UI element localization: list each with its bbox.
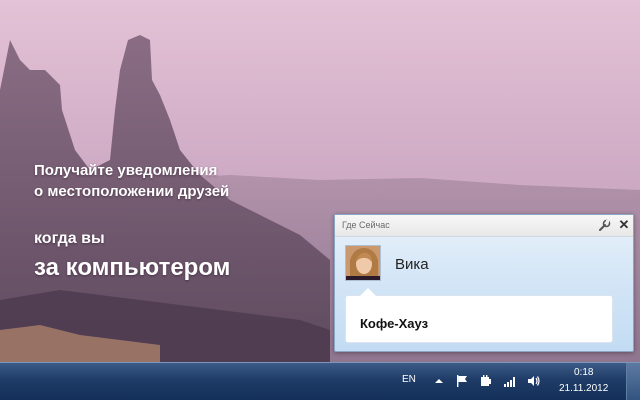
promo-line-1: Получайте уведомления — [34, 162, 218, 179]
clock-time[interactable]: 0:18 — [574, 367, 593, 378]
close-icon[interactable]: ✕ — [617, 217, 631, 233]
gadget-header[interactable]: Где Сейчас ✕ — [335, 215, 633, 237]
signal-icon[interactable] — [503, 374, 517, 388]
friend-name[interactable]: Вика — [395, 256, 429, 273]
gadget-title: Где Сейчас — [342, 220, 390, 230]
location-gadget: Где Сейчас ✕ Вика Кофе-Хауз — [334, 214, 634, 352]
place-name: Кофе-Хауз — [360, 316, 429, 331]
place-card-pointer — [360, 288, 376, 296]
taskbar: EN 0:18 21.11.2012 — [0, 362, 640, 400]
flag-icon[interactable] — [455, 374, 469, 388]
promo-line-3: когда вы — [34, 230, 105, 247]
show-desktop-button[interactable] — [626, 363, 640, 400]
promo-headline: за компьютером — [34, 254, 231, 281]
speaker-icon[interactable] — [527, 374, 541, 388]
clock-date[interactable]: 21.11.2012 — [559, 383, 608, 394]
language-indicator[interactable]: EN — [402, 374, 416, 385]
power-icon[interactable] — [479, 374, 493, 388]
chevron-up-icon[interactable] — [432, 374, 446, 388]
wrench-icon[interactable] — [597, 219, 611, 233]
place-card[interactable]: Кофе-Хауз — [345, 288, 613, 343]
avatar[interactable] — [345, 245, 381, 281]
promo-line-2: о местоположении друзей — [34, 183, 230, 200]
